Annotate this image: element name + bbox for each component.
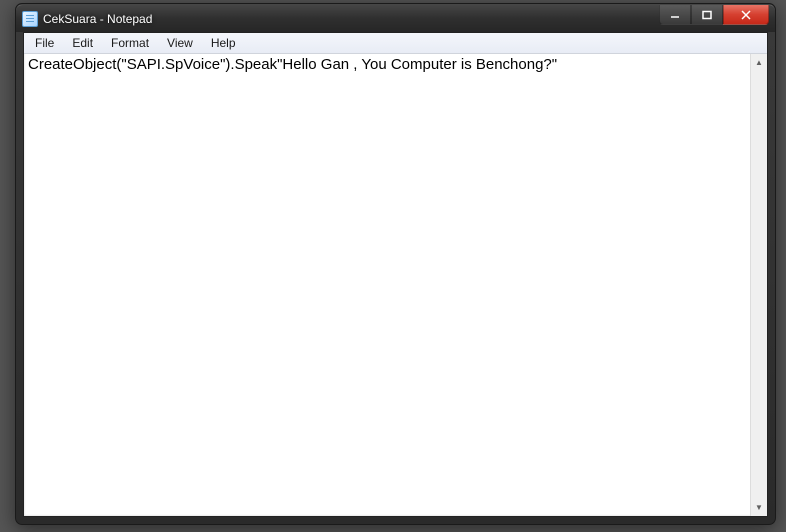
menu-edit[interactable]: Edit	[63, 34, 102, 52]
client-area: File Edit Format View Help CreateObject(…	[23, 32, 768, 517]
notepad-window: CekSuara - Notepad File Edit Format View…	[15, 3, 776, 525]
window-controls	[659, 5, 769, 25]
minimize-icon	[669, 10, 681, 20]
maximize-icon	[701, 10, 713, 20]
minimize-button[interactable]	[659, 5, 691, 25]
menu-help[interactable]: Help	[202, 34, 245, 52]
titlebar[interactable]: CekSuara - Notepad	[16, 4, 775, 32]
menu-format[interactable]: Format	[102, 34, 158, 52]
text-editor[interactable]: CreateObject("SAPI.SpVoice").Speak"Hello…	[24, 54, 750, 516]
close-icon	[740, 10, 752, 20]
scroll-down-icon[interactable]: ▼	[751, 499, 767, 516]
scroll-track[interactable]	[751, 71, 767, 499]
maximize-button[interactable]	[691, 5, 723, 25]
menu-file[interactable]: File	[26, 34, 63, 52]
scroll-up-icon[interactable]: ▲	[751, 54, 767, 71]
notepad-icon	[22, 11, 38, 27]
menu-view[interactable]: View	[158, 34, 202, 52]
editor-wrap: CreateObject("SAPI.SpVoice").Speak"Hello…	[24, 54, 767, 516]
menubar: File Edit Format View Help	[24, 33, 767, 54]
close-button[interactable]	[723, 5, 769, 25]
vertical-scrollbar[interactable]: ▲ ▼	[750, 54, 767, 516]
